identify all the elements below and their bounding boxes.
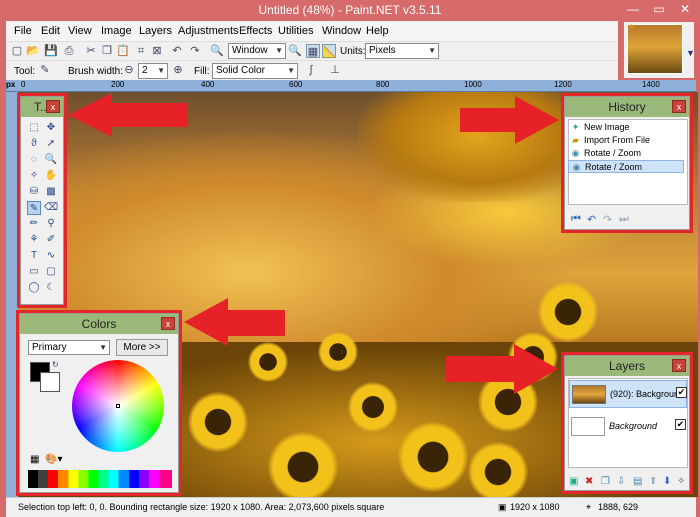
paste-icon[interactable]: 📋 bbox=[116, 44, 130, 58]
window-title: Untitled (48%) - Paint.NET v3.5.11 bbox=[258, 3, 442, 17]
menu-adjustments[interactable]: Adjustments bbox=[178, 25, 239, 37]
close-button[interactable]: ✕ bbox=[672, 0, 698, 20]
print-icon[interactable]: ⎙ bbox=[62, 44, 76, 58]
cursor-position: 1888, 629 bbox=[598, 502, 639, 512]
save-icon[interactable]: 💾 bbox=[44, 44, 58, 58]
highlight-box-layers bbox=[561, 352, 693, 494]
maximize-button[interactable]: ▭ bbox=[646, 0, 672, 20]
zoom-out-icon[interactable]: 🔍 bbox=[210, 44, 224, 58]
tool-options-bar: Tool: ✎ Brush width: ⊖ 2 ▼ ⊕ Fill: Solid … bbox=[6, 60, 618, 80]
highlight-box-history bbox=[561, 93, 693, 233]
chevron-down-icon[interactable]: ▼ bbox=[686, 48, 695, 58]
image-size: 1920 x 1080 bbox=[510, 502, 560, 512]
ruler-tick: 200 bbox=[111, 80, 125, 89]
chevron-down-icon: ▼ bbox=[287, 66, 295, 75]
fill-label: Fill: bbox=[194, 66, 210, 77]
open-icon[interactable]: 📂 bbox=[26, 44, 40, 58]
fill-select[interactable]: Solid Color ▼ bbox=[212, 63, 298, 79]
blend-mode-icon[interactable]: ⊥ bbox=[328, 63, 342, 77]
status-bar: Selection top left: 0, 0. Bounding recta… bbox=[6, 497, 696, 517]
increase-icon[interactable]: ⊕ bbox=[171, 63, 185, 77]
image-size-icon: ▣ bbox=[498, 502, 507, 512]
rulers-icon[interactable]: 📐 bbox=[322, 44, 337, 58]
units-label: Units: bbox=[340, 46, 366, 57]
minimize-button[interactable]: — bbox=[620, 0, 646, 20]
ruler-tick: 1000 bbox=[464, 80, 482, 89]
grid-icon[interactable]: ▦ bbox=[306, 44, 320, 58]
crop-icon[interactable]: ⌗ bbox=[134, 44, 148, 58]
star-icon: ★ bbox=[628, 22, 636, 31]
ruler-tick: 400 bbox=[201, 80, 215, 89]
cut-icon[interactable]: ✂ bbox=[84, 44, 98, 58]
units-select[interactable]: Pixels ▼ bbox=[365, 43, 439, 59]
chevron-down-icon: ▼ bbox=[157, 66, 165, 75]
brush-width-select[interactable]: 2 ▼ bbox=[138, 63, 168, 79]
menu-window[interactable]: Window bbox=[322, 25, 361, 37]
chevron-down-icon: ▼ bbox=[275, 46, 283, 55]
menu-bar: File Edit View Image Layers Adjustments … bbox=[6, 21, 618, 41]
ruler-tick: 600 bbox=[289, 80, 303, 89]
selection-status: Selection top left: 0, 0. Bounding recta… bbox=[18, 502, 385, 512]
ruler-tick: 1200 bbox=[554, 80, 572, 89]
undo-icon[interactable]: ↶ bbox=[170, 44, 184, 58]
image-thumbnail[interactable] bbox=[627, 24, 683, 74]
cursor-icon: ⌖ bbox=[586, 502, 592, 512]
top-ruler: px 0 200 400 600 800 1000 1200 1400 bbox=[6, 80, 696, 92]
ruler-tick: 800 bbox=[376, 80, 390, 89]
zoom-in-icon[interactable]: 🔍 bbox=[288, 44, 302, 58]
menu-view[interactable]: View bbox=[68, 25, 92, 37]
highlight-box-tools bbox=[17, 93, 67, 308]
decrease-icon[interactable]: ⊖ bbox=[122, 63, 136, 77]
title-bar: Untitled (48%) - Paint.NET v3.5.11 — ▭ ✕ bbox=[0, 0, 700, 20]
menu-effects[interactable]: Effects bbox=[239, 25, 272, 37]
new-icon[interactable]: ▢ bbox=[10, 44, 24, 58]
ruler-tick: 1400 bbox=[642, 80, 660, 89]
deselect-icon[interactable]: ⊠ bbox=[150, 44, 164, 58]
menu-file[interactable]: File bbox=[14, 25, 32, 37]
menu-edit[interactable]: Edit bbox=[41, 25, 60, 37]
paintbrush-icon[interactable]: ✎ bbox=[38, 63, 52, 77]
antialiasing-icon[interactable]: ∫ bbox=[304, 63, 318, 77]
ruler-tick: 0 bbox=[21, 80, 26, 89]
copy-icon[interactable]: ❐ bbox=[100, 44, 114, 58]
redo-icon[interactable]: ↷ bbox=[188, 44, 202, 58]
main-toolbar: ▢ 📂 💾 ⎙ ✂ ❐ 📋 ⌗ ⊠ ↶ ↷ 🔍 Window ▼ 🔍 ▦ 📐 Un… bbox=[6, 41, 618, 60]
menu-image[interactable]: Image bbox=[101, 25, 132, 37]
highlight-box-colors bbox=[16, 310, 182, 496]
menu-utilities[interactable]: Utilities bbox=[278, 25, 313, 37]
brush-width-label: Brush width: bbox=[68, 66, 124, 77]
ruler-unit: px bbox=[6, 80, 16, 89]
tool-label: Tool: bbox=[14, 66, 36, 77]
menu-layers[interactable]: Layers bbox=[139, 25, 172, 37]
menu-help[interactable]: Help bbox=[366, 25, 389, 37]
zoom-select[interactable]: Window ▼ bbox=[228, 43, 286, 59]
chevron-down-icon: ▼ bbox=[428, 46, 436, 55]
